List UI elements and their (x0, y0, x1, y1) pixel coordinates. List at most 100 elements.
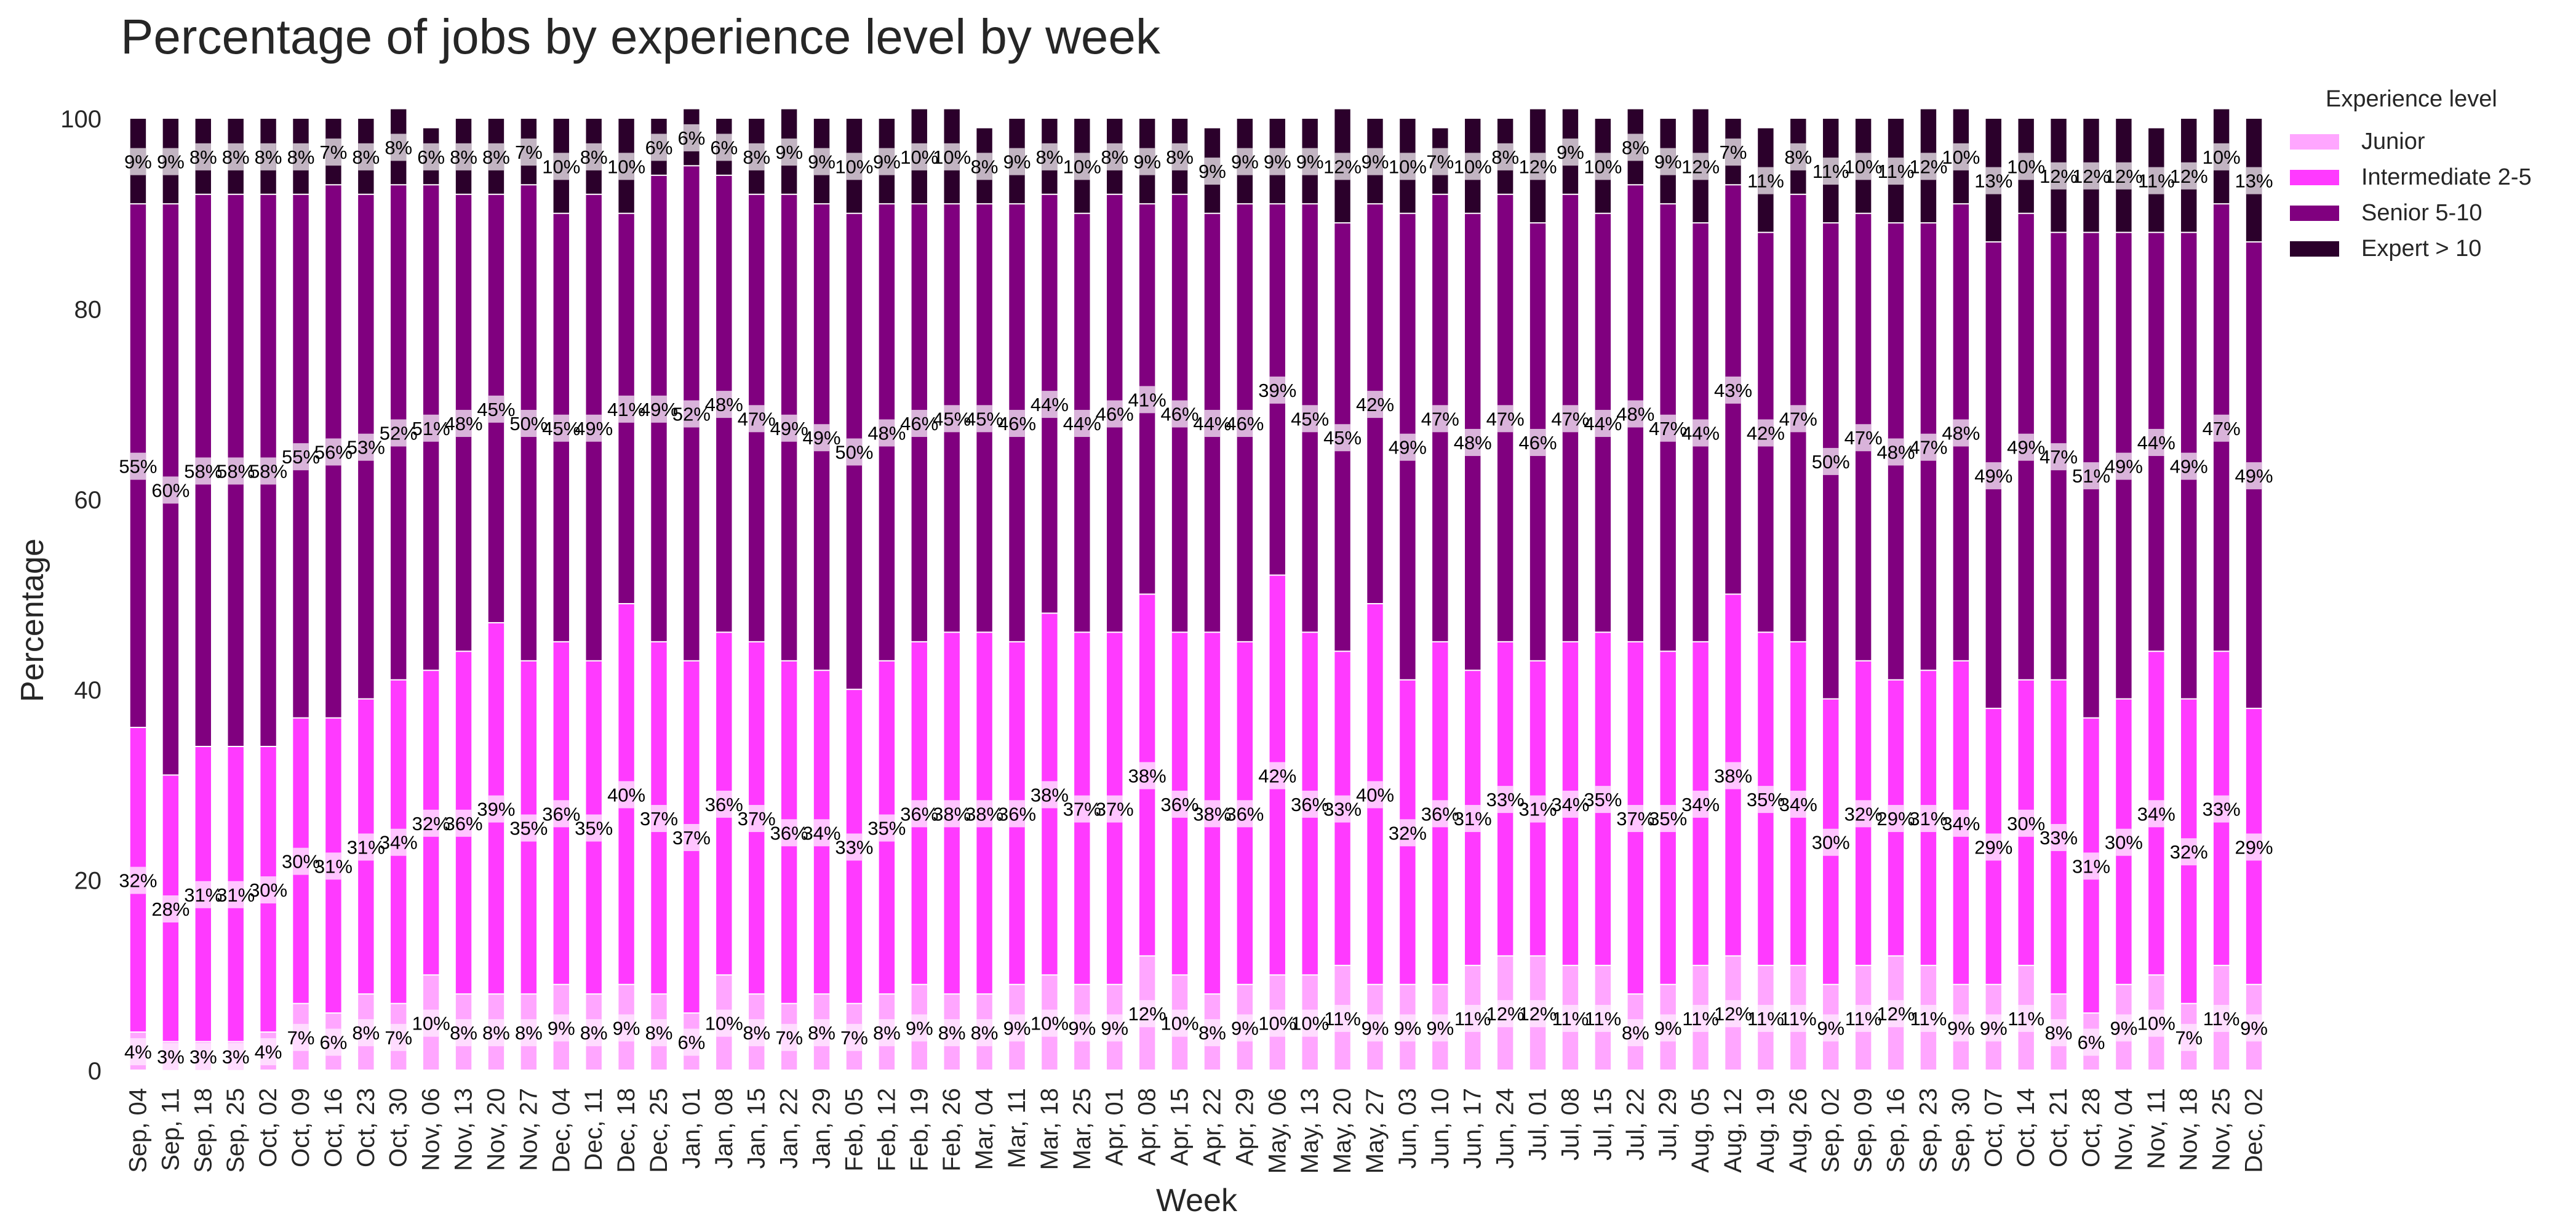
data-label: 9% (1101, 1017, 1128, 1039)
data-label: 4% (255, 1041, 282, 1063)
data-label: 32% (1389, 822, 1427, 844)
data-label: 8% (255, 146, 282, 168)
data-label: 10% (835, 156, 873, 177)
data-label: 11% (1910, 1008, 1947, 1030)
y-tick-label: 80 (74, 296, 102, 323)
y-tick-label: 40 (74, 677, 102, 704)
y-axis-label: Percentage (15, 538, 50, 702)
x-tick-label: Sep, 04 (124, 1088, 151, 1173)
data-label: 40% (607, 784, 645, 806)
x-tick-label: May, 06 (1264, 1088, 1291, 1174)
data-label: 12% (1323, 156, 1362, 177)
data-label: 8% (1622, 137, 1649, 158)
data-label: 30% (249, 879, 287, 901)
data-label: 44% (1031, 394, 1069, 415)
data-label: 46% (1226, 413, 1264, 434)
x-tick-label: Nov, 20 (482, 1088, 509, 1171)
x-tick-label: Oct, 09 (287, 1088, 314, 1167)
data-label: 7% (287, 1027, 315, 1049)
data-label: 9% (124, 151, 152, 173)
x-tick-label: Nov, 13 (450, 1088, 477, 1171)
legend-item: Junior (2290, 124, 2532, 159)
legend-label: Expert > 10 (2361, 235, 2482, 262)
data-label: 12% (1519, 1003, 1557, 1025)
data-label: 34% (1779, 794, 1817, 815)
data-label: 49% (1389, 437, 1427, 458)
x-tick-label: Sep, 09 (1850, 1088, 1877, 1173)
x-tick-label: Apr, 01 (1101, 1088, 1128, 1166)
data-label: 38% (1128, 765, 1166, 786)
data-label: 10% (1389, 156, 1427, 177)
legend-swatch (2290, 241, 2339, 257)
x-tick-label: Mar, 18 (1036, 1088, 1063, 1170)
x-tick-label: Oct, 28 (2078, 1088, 2105, 1167)
data-label: 8% (1198, 1022, 1226, 1044)
data-label: 31% (314, 855, 353, 877)
data-label: 8% (580, 1022, 608, 1044)
data-label: 8% (1166, 146, 1194, 168)
data-label: 6% (710, 137, 738, 158)
x-tick-label: Feb, 26 (938, 1088, 965, 1172)
data-label: 3% (222, 1046, 250, 1068)
data-label: 32% (2170, 841, 2208, 863)
data-label: 11% (1552, 1008, 1589, 1030)
x-tick-label: Oct, 02 (255, 1088, 282, 1167)
x-tick-label: Jul, 29 (1654, 1088, 1681, 1161)
data-label: 9% (906, 1017, 933, 1039)
x-tick-label: Sep, 16 (1883, 1088, 1910, 1173)
legend-item: Intermediate 2-5 (2290, 159, 2532, 195)
data-label: 9% (2110, 1017, 2138, 1039)
data-label: 34% (1942, 813, 1980, 834)
x-tick-label: Jan, 01 (678, 1088, 705, 1169)
data-label: 49% (2105, 456, 2143, 478)
data-label: 7% (2175, 1027, 2203, 1049)
data-label: 10% (1844, 156, 1883, 177)
data-label: 37% (640, 808, 678, 830)
data-label: 46% (1519, 432, 1557, 454)
data-label: 13% (2235, 170, 2273, 192)
data-label: 42% (1258, 765, 1296, 786)
data-label: 8% (1784, 146, 1812, 168)
data-label: 9% (1817, 1017, 1844, 1039)
data-label: 8% (743, 1022, 770, 1044)
data-label: 11% (1780, 1008, 1817, 1030)
data-label: 8% (385, 137, 412, 158)
x-tick-label: Mar, 25 (1069, 1088, 1096, 1170)
data-label: 37% (1096, 799, 1134, 820)
data-label: 8% (189, 146, 217, 168)
data-label: 30% (2105, 832, 2143, 854)
data-label: 12% (1681, 156, 1720, 177)
data-label: 60% (151, 479, 189, 501)
x-tick-label: May, 20 (1329, 1088, 1356, 1174)
data-label: 8% (645, 1022, 673, 1044)
data-label: 49% (2235, 465, 2273, 487)
data-label: 8% (1491, 146, 1519, 168)
x-tick-label: Jan, 15 (743, 1088, 770, 1169)
x-tick-label: Jun, 17 (1459, 1088, 1486, 1169)
data-label: 6% (2078, 1032, 2105, 1054)
data-label: 3% (189, 1046, 217, 1068)
x-tick-label: Nov, 06 (418, 1088, 445, 1171)
data-label: 11% (1324, 1008, 1361, 1030)
data-label: 9% (1231, 1017, 1259, 1039)
x-tick-label: Jun, 24 (1492, 1088, 1519, 1169)
data-label: 47% (2040, 446, 2078, 468)
y-axis: 0 20 40 60 80 100 (60, 106, 102, 1085)
data-label: 6% (417, 146, 445, 168)
data-label: 49% (2170, 456, 2208, 478)
data-label: 35% (575, 818, 613, 839)
data-label: 50% (1812, 451, 1850, 473)
x-tick-label: May, 13 (1296, 1088, 1323, 1174)
data-label: 6% (320, 1032, 348, 1054)
data-label: 8% (938, 1022, 966, 1044)
x-tick-label: Jan, 08 (711, 1088, 738, 1169)
legend-swatch (2290, 169, 2339, 185)
data-label: 34% (380, 832, 418, 854)
x-tick-label: Jul, 08 (1557, 1088, 1584, 1161)
data-label: 8% (482, 146, 510, 168)
x-tick-label: Apr, 15 (1166, 1088, 1194, 1166)
data-label: 7% (515, 142, 543, 163)
data-label: 7% (320, 142, 348, 163)
data-label: 10% (933, 146, 971, 168)
x-tick-label: Aug, 12 (1720, 1088, 1747, 1173)
